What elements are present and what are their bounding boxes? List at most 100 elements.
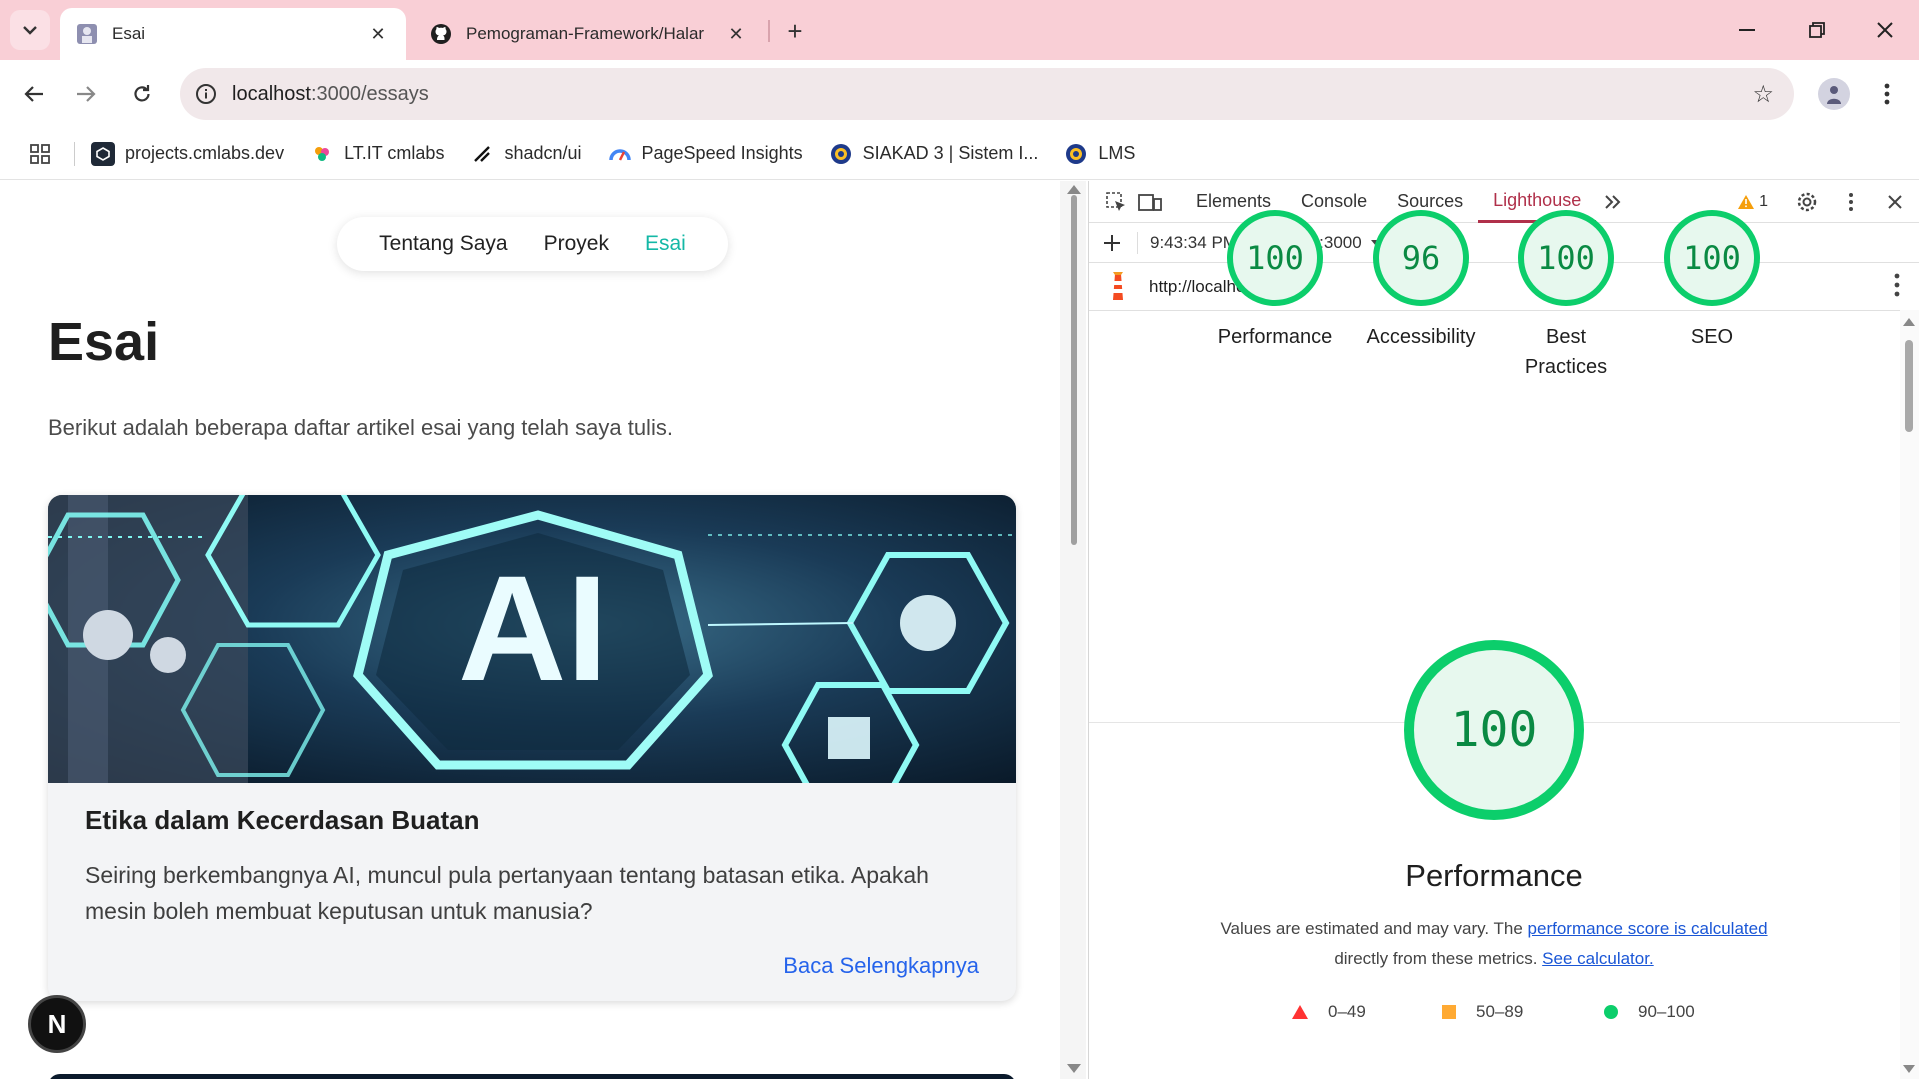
- site-nav: Tentang Saya Proyek Esai: [337, 217, 728, 271]
- fail-triangle-icon: [1292, 1005, 1308, 1019]
- tab-title: Pemograman-Framework/Halar: [466, 24, 705, 43]
- score-value: 100: [1227, 210, 1323, 306]
- bookmarks-bar: projects.cmlabs.dev LT.IT cmlabs shadcn/…: [0, 128, 1919, 180]
- next-essay-card-edge: [48, 1074, 1016, 1079]
- nextjs-devtools-badge[interactable]: N: [28, 995, 86, 1053]
- pagespeed-icon: [608, 142, 632, 166]
- score-value: 96: [1373, 210, 1469, 306]
- essay-cover-image: AI: [48, 495, 1016, 783]
- address-bar[interactable]: localhost:3000/essays ☆: [180, 68, 1794, 120]
- cmlabs-icon: [91, 141, 115, 166]
- essay-title[interactable]: Etika dalam Kecerdasan Buatan: [85, 805, 480, 836]
- shadcn-icon: [470, 142, 494, 166]
- minimize-button[interactable]: [1722, 10, 1772, 50]
- legend-label: 50–89: [1476, 1002, 1524, 1021]
- tab-esai[interactable]: Esai ✕: [60, 8, 406, 60]
- performance-section-title: Performance: [1405, 858, 1583, 893]
- score-label: Accessibility: [1366, 326, 1476, 348]
- restore-button[interactable]: [1792, 10, 1842, 50]
- cover-ai-text: AI: [458, 544, 608, 712]
- back-button[interactable]: [14, 74, 54, 114]
- page-scrollbar[interactable]: [1060, 181, 1086, 1079]
- legend-pass: 90–100: [1604, 1002, 1695, 1022]
- bookmark-label: PageSpeed Insights: [641, 143, 803, 163]
- new-report-plus-icon[interactable]: [1095, 226, 1129, 260]
- bookmark-label: LMS: [1098, 143, 1136, 163]
- bookmark-label: shadcn/ui: [504, 143, 582, 163]
- devtools-scrollbar-thumb[interactable]: [1905, 340, 1913, 432]
- devtools-close-icon[interactable]: [1878, 185, 1912, 219]
- legend-label: 0–49: [1328, 1002, 1366, 1021]
- scroll-down-arrow-icon[interactable]: [1067, 1064, 1081, 1073]
- tab-search-button[interactable]: [10, 10, 50, 50]
- close-tab-icon[interactable]: ✕: [366, 22, 390, 46]
- reload-button[interactable]: [122, 74, 162, 114]
- nav-link-projects[interactable]: Proyek: [544, 232, 609, 256]
- bookmark-lt-it[interactable]: LT.IT cmlabs: [310, 142, 444, 166]
- legend-fail: 0–49: [1292, 1002, 1366, 1022]
- apps-grid-icon: [30, 143, 50, 164]
- site-info-icon[interactable]: [180, 83, 232, 105]
- score-label: Best Practices: [1524, 326, 1608, 378]
- page-viewport: Tentang Saya Proyek Esai Esai Berikut ad…: [0, 181, 1056, 1079]
- score-gauge-best-practices[interactable]: 100 Best Practices: [1493, 210, 1639, 382]
- reload-icon: [134, 85, 150, 102]
- tab-strip: Esai ✕ Pemograman-Framework/Halar ✕ +: [0, 0, 1919, 60]
- forward-button[interactable]: [66, 74, 106, 114]
- warnings-indicator[interactable]: 1: [1737, 193, 1768, 211]
- score-gauge-accessibility[interactable]: 96 Accessibility: [1348, 210, 1494, 352]
- more-vert-icon: [1884, 83, 1890, 105]
- tab-github[interactable]: Pemograman-Framework/Halar ✕: [414, 8, 764, 60]
- close-window-button[interactable]: [1860, 10, 1910, 50]
- score-calculated-link[interactable]: performance score is calculated: [1528, 919, 1768, 938]
- score-gauge-performance[interactable]: 100 Performance: [1202, 210, 1348, 352]
- report-more-vert-icon[interactable]: [1894, 273, 1900, 302]
- new-tab-button[interactable]: +: [778, 14, 812, 48]
- lt-it-icon: [310, 142, 334, 166]
- page-subtitle: Berikut adalah beberapa daftar artikel e…: [48, 415, 673, 440]
- apps-grid-button[interactable]: [20, 134, 60, 174]
- nav-link-about[interactable]: Tentang Saya: [379, 232, 507, 256]
- siakad-icon: [829, 142, 853, 166]
- scroll-up-arrow-icon[interactable]: [1067, 185, 1081, 194]
- profile-avatar[interactable]: [1818, 78, 1850, 110]
- performance-main-gauge: 100: [1404, 640, 1584, 820]
- devtools-more-vert-icon[interactable]: [1834, 185, 1868, 219]
- devtools-scrollbar[interactable]: [1900, 310, 1919, 1079]
- pass-circle-icon: [1604, 1005, 1618, 1019]
- see-calculator-link[interactable]: See calculator.: [1542, 949, 1654, 968]
- lms-icon: [1064, 142, 1088, 166]
- bookmark-label: projects.cmlabs.dev: [125, 143, 285, 163]
- bookmark-lms[interactable]: LMS: [1064, 142, 1135, 166]
- bookmark-shadcn[interactable]: shadcn/ui: [470, 142, 582, 166]
- scroll-down-arrow-icon[interactable]: [1903, 1065, 1915, 1073]
- chevron-down-icon: [23, 26, 37, 35]
- bookmark-cmlabs[interactable]: projects.cmlabs.dev: [91, 141, 285, 166]
- bookmark-star-icon[interactable]: ☆: [1752, 80, 1774, 109]
- average-square-icon: [1442, 1005, 1456, 1019]
- page-title: Esai: [48, 312, 160, 372]
- page-scrollbar-thumb[interactable]: [1071, 195, 1077, 545]
- score-gauge-seo[interactable]: 100 SEO: [1639, 210, 1785, 352]
- bookmark-siakad[interactable]: SIAKAD 3 | Sistem I...: [829, 142, 1038, 166]
- tab-divider: [768, 20, 770, 42]
- device-toolbar-icon[interactable]: [1133, 185, 1167, 219]
- scroll-up-arrow-icon[interactable]: [1903, 318, 1915, 326]
- nav-link-essays[interactable]: Esai: [645, 232, 686, 256]
- read-more-link[interactable]: Baca Selengkapnya: [783, 953, 979, 979]
- performance-note: Values are estimated and may vary. The p…: [1108, 914, 1880, 974]
- site-favicon-icon: [76, 23, 98, 45]
- essay-description: Seiring berkembangnya AI, muncul pula pe…: [85, 862, 929, 924]
- url-host: localhost: [232, 82, 311, 105]
- bookmark-pagespeed[interactable]: PageSpeed Insights: [608, 142, 803, 166]
- inspect-element-icon[interactable]: [1099, 185, 1133, 219]
- close-tab-icon[interactable]: ✕: [724, 22, 748, 46]
- badge-letter: N: [47, 1008, 67, 1039]
- restore-icon: [1809, 22, 1825, 38]
- browser-menu-button[interactable]: [1872, 76, 1902, 112]
- devtools-settings-gear-icon[interactable]: [1790, 185, 1824, 219]
- url-path: :3000/essays: [310, 82, 429, 105]
- essay-card[interactable]: AI Etika dalam Kecerdasan Buatan Seiring…: [48, 495, 1016, 1001]
- toolbar-divider: [1137, 231, 1138, 254]
- bookmarks-divider: [74, 141, 75, 166]
